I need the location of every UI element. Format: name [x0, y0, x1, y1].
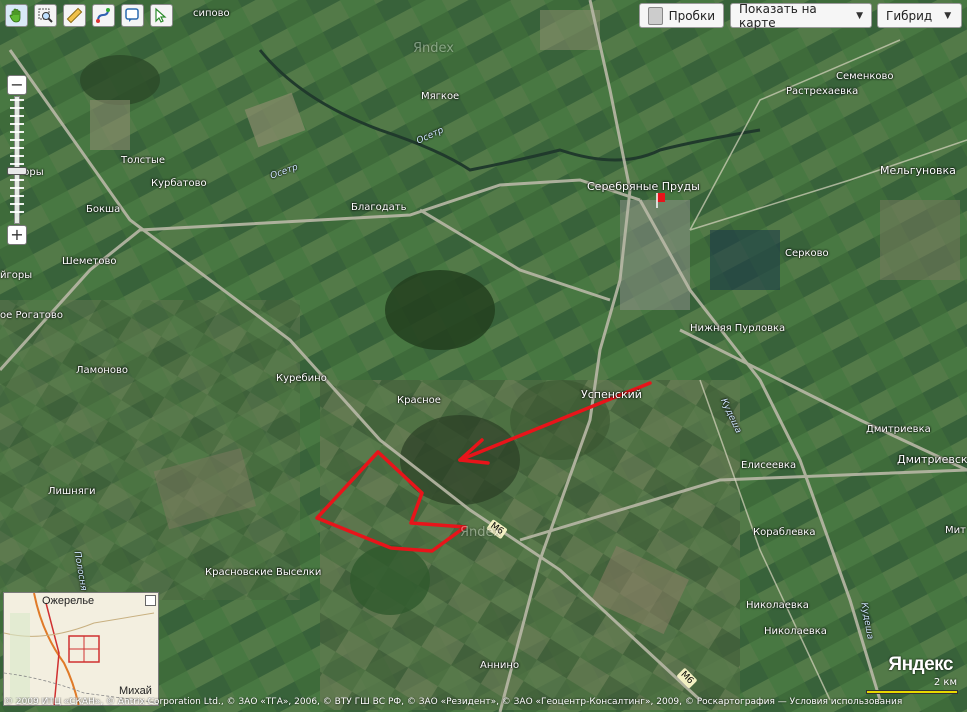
traffic-label: Пробки [668, 8, 715, 23]
terms-link[interactable]: Условия использования [790, 697, 903, 707]
scale-label: 2 км [933, 677, 957, 688]
minimap-label: Ожерелье [42, 595, 95, 607]
placemark-icon [125, 8, 139, 22]
map-type-label: Гибрид [886, 8, 933, 23]
route-tool[interactable] [92, 4, 115, 27]
hand-tool[interactable] [5, 4, 28, 27]
watermark: Яndex [460, 525, 501, 540]
traffic-icon [648, 6, 663, 25]
watermark: Яndex [413, 41, 454, 56]
place-label: Шеметово [62, 256, 117, 267]
place-label: Благодать [351, 202, 407, 213]
overview-minimap[interactable]: Ожерелье Михай [3, 592, 159, 706]
zoom-out-button[interactable]: − [7, 75, 27, 95]
hand-icon [9, 8, 21, 23]
pointer-tool[interactable] [150, 4, 173, 27]
place-label: Бокша [86, 204, 121, 215]
place-label: Аннино [480, 660, 520, 671]
copyright-text: © 2009 ИТЦ «СКАН», © Antrix Corporation … [4, 697, 790, 707]
place-label: Успенский [581, 388, 642, 401]
zoom-in-button[interactable]: + [7, 225, 27, 245]
flag-marker [657, 193, 665, 202]
route-icon [96, 8, 110, 23]
place-label: Кораблевка [753, 527, 816, 538]
magnifier-tool[interactable] [34, 4, 57, 27]
place-label: Дмитриевка [866, 424, 931, 435]
place-label: Растрехаевка [786, 86, 859, 97]
chevron-down-icon: ▼ [856, 10, 863, 21]
zoom-slider-handle[interactable] [7, 167, 27, 175]
place-label: Лишняги [48, 486, 96, 497]
place-label: Куребино [276, 373, 327, 384]
show-on-map-label: Показать на карте [739, 1, 817, 30]
map-type-dropdown[interactable]: Гибрид ▼ [877, 3, 962, 28]
place-label: Мягкое [421, 91, 460, 102]
place-label: Красновские Выселки [205, 567, 322, 578]
yandex-logo[interactable]: Яндекс [888, 654, 953, 676]
show-on-map-dropdown[interactable]: Показать на карте ▼ [730, 1, 872, 30]
place-label: Мельгуновка [880, 164, 956, 177]
place-label: сипово [193, 8, 230, 19]
ruler-icon [66, 7, 83, 24]
minimap-label: Михай [119, 685, 152, 697]
zoom-ticks [10, 99, 24, 219]
place-label: Семенково [836, 71, 894, 82]
magnifier-icon [38, 8, 53, 23]
place-label: Дмитриевск [897, 453, 967, 466]
place-label: Толстые [121, 155, 165, 166]
place-label: Курбатово [151, 178, 207, 189]
place-label: Серково [785, 248, 829, 259]
place-label: Ламоново [76, 365, 128, 376]
zoom-control: − + [7, 75, 29, 245]
placemark-tool[interactable] [121, 4, 144, 27]
minimap-collapse-button[interactable] [145, 595, 156, 606]
place-label: Мит [945, 525, 966, 536]
traffic-button[interactable]: Пробки [639, 3, 724, 28]
place-label: Николаевка [764, 626, 827, 637]
place-label: Серебряные Пруды [587, 180, 700, 193]
place-label: ое Рогатово [0, 310, 63, 321]
place-label: Елисеевка [741, 460, 797, 471]
chevron-down-icon: ▼ [944, 10, 952, 21]
map-toolbar [5, 4, 173, 27]
place-label: Николаевка [746, 600, 809, 611]
place-label: йгоры [0, 270, 33, 281]
place-label: Нижняя Пурловка [690, 323, 786, 334]
scale-bar [866, 690, 958, 694]
place-label: Красное [397, 395, 441, 406]
pointer-icon [155, 7, 167, 23]
ruler-tool[interactable] [63, 4, 86, 27]
copyright-line: © 2009 ИТЦ «СКАН», © Antrix Corporation … [0, 697, 967, 712]
